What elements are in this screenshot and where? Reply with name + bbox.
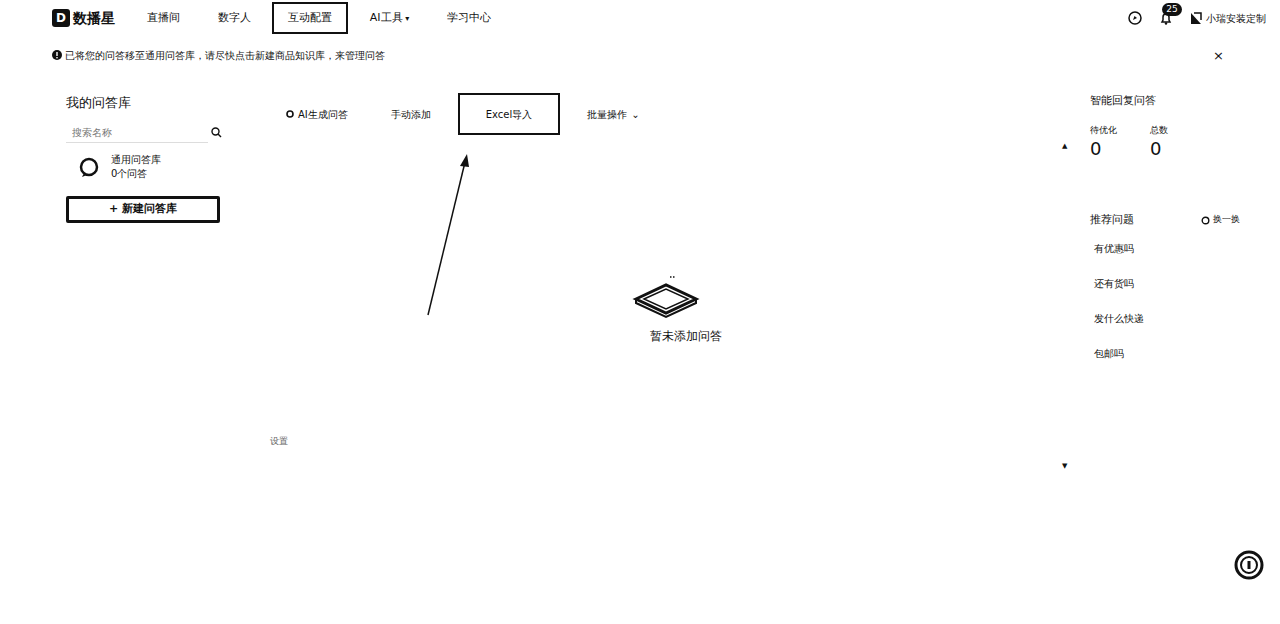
refresh-icon xyxy=(1201,216,1210,225)
toolbar: AI生成问答手动添加 Excel导入批量操作⌄ xyxy=(270,93,1062,135)
stat-value: 0 xyxy=(1090,140,1117,158)
user-name: 小瑞安装定制 xyxy=(1206,11,1266,26)
logo-mark-icon: D xyxy=(52,9,70,27)
footer-text: 设置 xyxy=(270,435,1062,449)
nav-item[interactable]: 直播间 xyxy=(131,2,196,35)
refresh-button[interactable]: 换一换 xyxy=(1201,213,1240,227)
close-button[interactable]: × xyxy=(1213,46,1224,66)
scroll-up-button[interactable]: ▲ xyxy=(1062,141,1076,152)
nav-item[interactable]: 学习中心 xyxy=(431,2,507,35)
recommend-item[interactable]: 发什么快递 xyxy=(1090,301,1240,336)
stat-value: 0 xyxy=(1150,140,1168,158)
top-bar: D数播星直播间数字人互动配置AI工具▾学习中心 25 小瑞安装定制 xyxy=(0,0,1280,36)
help-button[interactable] xyxy=(1234,550,1264,580)
caret-icon: ▾ xyxy=(405,14,409,23)
recommend-title: 推荐问题 xyxy=(1090,212,1134,229)
carousel-controls: ▲▼ xyxy=(1062,141,1076,471)
compass-icon[interactable] xyxy=(1128,11,1142,25)
library-item[interactable]: 通用问答库0个问答 xyxy=(66,143,222,191)
recommend-item[interactable]: 还有货吗 xyxy=(1090,266,1240,301)
stat-label: 待优化 xyxy=(1090,124,1117,138)
header-tools: 25 小瑞安装定制 xyxy=(1128,10,1266,27)
qa-content: AI生成问答手动添加 Excel导入批量操作⌄ 暂未添加问答设置 xyxy=(222,93,1062,471)
notifications[interactable]: 25 xyxy=(1159,10,1173,27)
help-icon xyxy=(1234,550,1264,580)
library-title: 我的问答库 xyxy=(66,93,222,113)
toolbar-button[interactable]: 手动添加 xyxy=(375,93,447,135)
toolbar-button[interactable]: AI生成问答 xyxy=(270,93,364,135)
library-panel: 我的问答库通用问答库0个问答 + 新建问答库 xyxy=(66,93,222,471)
library-name: 通用问答库 xyxy=(111,153,161,167)
annotation-arrow-icon xyxy=(420,150,480,320)
empty-state: 暂未添加问答 xyxy=(270,275,1062,345)
stat: 待优化 0 xyxy=(1090,124,1117,158)
new-library-button[interactable]: + 新建问答库 xyxy=(66,196,220,223)
smart-reply-panel: 智能回复问答待优化 0 总数 0 推荐问题 换一换有优惠吗还有货吗发什么快递包邮吗 xyxy=(1090,93,1240,471)
main-nav: 直播间数字人互动配置AI工具▾学习中心 xyxy=(131,2,507,35)
info-icon xyxy=(52,50,62,60)
toolbar-button[interactable]: 批量操作⌄ xyxy=(571,93,655,135)
stat: 总数 0 xyxy=(1150,124,1168,158)
nav-item[interactable]: 数字人 xyxy=(202,2,267,35)
logo[interactable]: D数播星 xyxy=(52,8,115,29)
stats: 待优化 0 总数 0 xyxy=(1090,124,1240,158)
scroll-down-button[interactable]: ▼ xyxy=(1062,461,1076,472)
avatar-icon xyxy=(1189,11,1203,25)
empty-box-icon xyxy=(626,275,706,319)
ai-icon xyxy=(286,110,294,118)
notice-text: 已将您的问答移至通用问答库，请尽快点击新建商品知识库，来管理问答 xyxy=(65,48,385,63)
notice-bar: 已将您的问答移至通用问答库，请尽快点击新建商品知识库，来管理问答 × xyxy=(0,42,1280,70)
chat-icon xyxy=(78,156,100,178)
recommend-item[interactable]: 有优惠吗 xyxy=(1090,231,1240,266)
search-input[interactable] xyxy=(66,123,208,143)
user-menu[interactable]: 小瑞安装定制 xyxy=(1189,11,1266,26)
main-area: 我的问答库通用问答库0个问答 + 新建问答库 AI生成问答手动添加 Excel导入批量… xyxy=(0,83,1280,471)
recommend-list: 有优惠吗还有货吗发什么快递包邮吗 xyxy=(1090,231,1240,371)
empty-text: 暂未添加问答 xyxy=(310,327,1062,345)
toolbar-button[interactable]: Excel导入 xyxy=(458,93,561,135)
stats-title: 智能回复问答 xyxy=(1090,93,1240,110)
nav-item[interactable]: AI工具▾ xyxy=(354,2,426,35)
recommend-header: 推荐问题 换一换 xyxy=(1090,212,1240,229)
recommend-item[interactable]: 包邮吗 xyxy=(1090,336,1240,371)
notification-badge: 25 xyxy=(1162,3,1181,16)
library-count: 0个问答 xyxy=(111,167,161,181)
search-box xyxy=(66,123,222,143)
caret-icon: ⌄ xyxy=(631,107,639,122)
stat-label: 总数 xyxy=(1150,124,1168,138)
nav-item[interactable]: 互动配置 xyxy=(272,2,348,35)
search-icon[interactable] xyxy=(211,127,222,138)
logo-name: 数播星 xyxy=(73,8,115,29)
